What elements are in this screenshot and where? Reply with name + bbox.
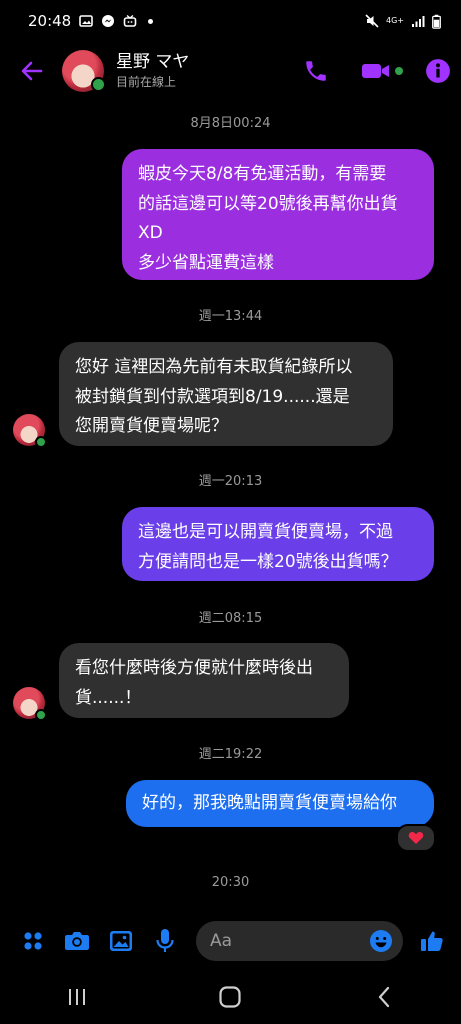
- status-time: 20:48: [28, 12, 72, 30]
- sent-message[interactable]: 這邊也是可以開賣貨便賣場，不過 方便請問也是一樣20號後出貨嗎？: [122, 507, 434, 581]
- battery-icon: [432, 14, 441, 29]
- network-icon: 4G+: [386, 16, 404, 25]
- info-button[interactable]: [425, 58, 451, 84]
- messenger-icon: [102, 15, 115, 27]
- timestamp: 20:30: [211, 875, 250, 890]
- recents-icon: [68, 989, 85, 1005]
- system-nav-bar: [0, 970, 461, 1024]
- timestamp: 週一13:44: [198, 309, 263, 324]
- image-icon: [110, 931, 132, 951]
- online-indicator: [35, 436, 47, 448]
- heart-icon: [408, 832, 424, 844]
- call-button[interactable]: [303, 58, 329, 84]
- phone-icon: [306, 61, 326, 81]
- message-input[interactable]: Aa: [196, 921, 403, 961]
- voice-button[interactable]: [150, 926, 180, 956]
- received-message[interactable]: 看您什麼時後方便就什麼時後出 貨......！: [59, 643, 349, 718]
- sent-message[interactable]: 好的，那我晚點開賣貨便賣場給你: [126, 780, 434, 827]
- home-icon: [219, 986, 242, 1008]
- contact-avatar[interactable]: [62, 50, 106, 92]
- like-icon: [421, 931, 443, 951]
- video-online-indicator: [395, 67, 403, 75]
- signal-icon: [412, 16, 425, 27]
- timestamp: 週一20:13: [198, 474, 263, 489]
- video-call-button[interactable]: [361, 59, 403, 83]
- contact-info[interactable]: 星野 マヤ 目前在線上: [116, 51, 303, 91]
- message-input-placeholder: Aa: [210, 931, 233, 951]
- camera-icon: [65, 932, 89, 950]
- camera-button[interactable]: [62, 926, 92, 956]
- status-bar: 20:48 4G+: [0, 0, 461, 42]
- reaction-badge[interactable]: [396, 824, 436, 852]
- conversation-header: 星野 マヤ 目前在線上: [0, 42, 461, 100]
- gallery-icon: [79, 15, 94, 27]
- recents-button[interactable]: [47, 977, 107, 1017]
- contact-status: 目前在線上: [116, 75, 177, 89]
- online-indicator: [91, 77, 106, 92]
- back-arrow-icon: [21, 61, 43, 81]
- composer-bar: Aa: [0, 912, 461, 970]
- online-indicator: [35, 709, 47, 721]
- apps-icon: [24, 932, 42, 950]
- mute-icon: [365, 14, 379, 28]
- mic-icon: [156, 929, 174, 952]
- message-list[interactable]: 8月8日00:24 蝦皮今天8/8有免運活動，有需要 的話這邊可以等20號後再幫…: [0, 100, 461, 912]
- emoji-icon[interactable]: [369, 929, 393, 953]
- dot-icon: [148, 18, 154, 24]
- contact-name: 星野 マヤ: [116, 52, 190, 72]
- info-icon: [426, 59, 450, 83]
- tv-icon: [123, 14, 137, 27]
- back-nav-button[interactable]: [354, 977, 414, 1017]
- like-button[interactable]: [417, 926, 447, 956]
- back-button[interactable]: [18, 57, 46, 85]
- back-nav-icon: [379, 986, 390, 1008]
- home-button[interactable]: [200, 977, 260, 1017]
- timestamp: 8月8日00:24: [190, 116, 271, 131]
- video-camera-icon: [362, 64, 389, 78]
- apps-button[interactable]: [18, 926, 48, 956]
- gallery-button[interactable]: [106, 926, 136, 956]
- timestamp: 週二19:22: [198, 747, 263, 762]
- sent-message[interactable]: 蝦皮今天8/8有免運活動，有需要 的話這邊可以等20號後再幫你出貨 XD 多少省…: [122, 149, 434, 280]
- timestamp: 週二08:15: [198, 611, 263, 626]
- received-message[interactable]: 您好 這裡因為先前有未取貨紀錄所以 被封鎖貨到付款選項到8/19......還是…: [59, 342, 393, 446]
